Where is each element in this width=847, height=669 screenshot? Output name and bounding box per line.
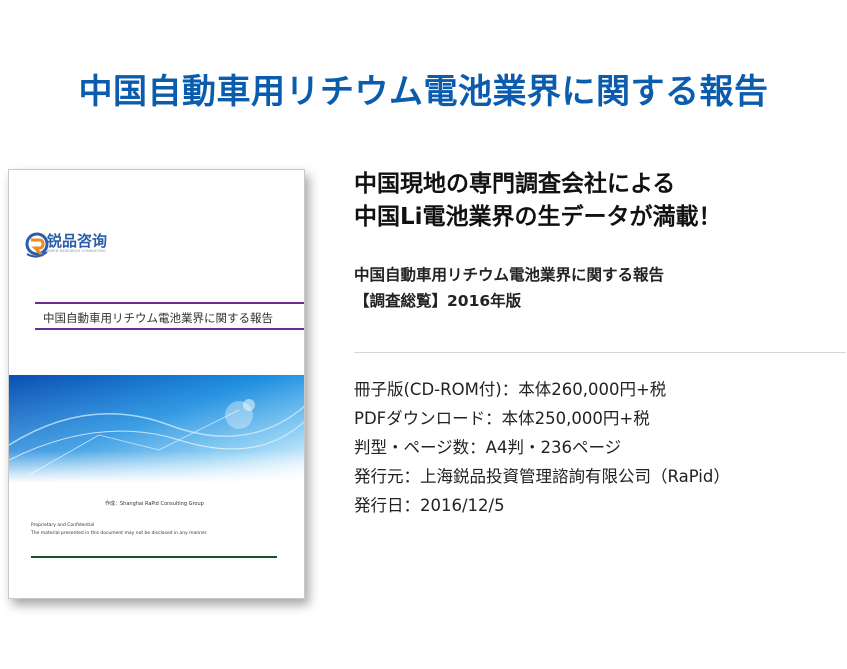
report-subtitle: 中国自動車用リチウム電池業界に関する報告 【調査総覧】2016年版 [354, 262, 664, 314]
page-title: 中国自動車用リチウム電池業界に関する報告 [78, 72, 769, 112]
logo-text: 锐品咨询 [47, 232, 108, 250]
cover-title-rule-top [35, 302, 304, 304]
confidential-line-2: The material presented in this document … [31, 531, 208, 536]
cover-abstract-art [9, 375, 304, 483]
spec-item: 判型・ページ数：A4判・236ページ [354, 438, 622, 457]
cover-title-rule-bottom [35, 328, 304, 330]
headline-line-2: 中国Li電池業界の生データが満載！ [354, 204, 722, 230]
spec-item: 発行日：2016/12/5 [354, 496, 505, 515]
headline-line-1: 中国現地の専門調査会社による [354, 171, 676, 197]
cover-author: 作成：Shanghai RaPid Consulting Group [105, 501, 204, 507]
headline: 中国現地の専門調査会社による 中国Li電池業界の生データが満載！ [354, 168, 722, 234]
logo-subtext: RAPID RESEARCH CONSULTING [47, 249, 107, 253]
spec-item: PDFダウンロード：本体250,000円+税 [354, 409, 650, 428]
section-divider [354, 352, 846, 353]
spec-item: 発行元：上海鋭品投資管理諮詢有限公司（RaPid） [354, 467, 730, 486]
subtitle-line-2: 【調査総覧】2016年版 [354, 292, 522, 310]
subtitle-line-1: 中国自動車用リチウム電池業界に関する報告 [354, 266, 665, 284]
cover-confidential: Proprietary and Confidential The materia… [31, 522, 208, 538]
cover-bottom-rule [31, 556, 277, 558]
cover-title: 中国自動車用リチウム電池業界に関する報告 [43, 311, 273, 325]
spec-list: 冊子版(CD-ROM付)：本体260,000円+税 PDFダウンロード：本体25… [354, 375, 730, 520]
book-cover: 锐品咨询 RAPID RESEARCH CONSULTING 中国自動車用リチウ… [8, 169, 305, 599]
confidential-line-1: Proprietary and Confidential [31, 523, 95, 528]
spec-item: 冊子版(CD-ROM付)：本体260,000円+税 [354, 380, 667, 399]
